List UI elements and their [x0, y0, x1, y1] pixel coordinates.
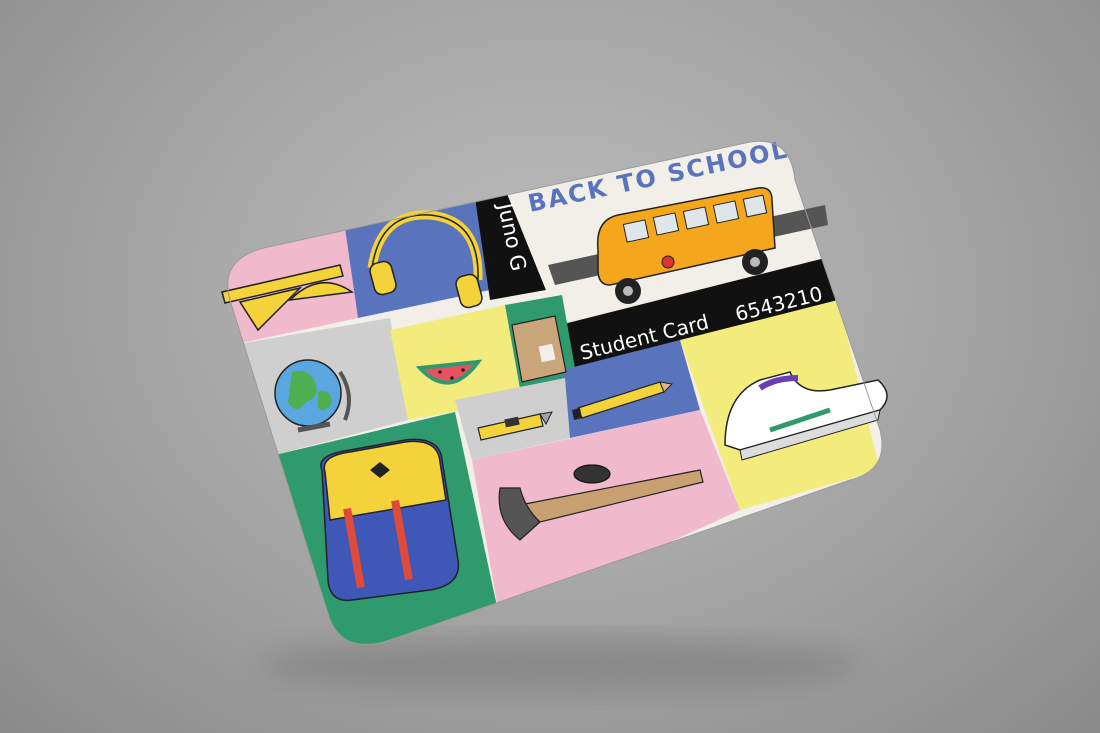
puck-icon: [573, 464, 611, 484]
backpack-icon: [320, 438, 460, 602]
card-shadow: [260, 637, 860, 693]
scene: Juno G BACK TO SCHOOL Student Card 65432…: [221, 135, 888, 693]
student-card: Juno G BACK TO SCHOOL Student Card 65432…: [221, 135, 888, 645]
